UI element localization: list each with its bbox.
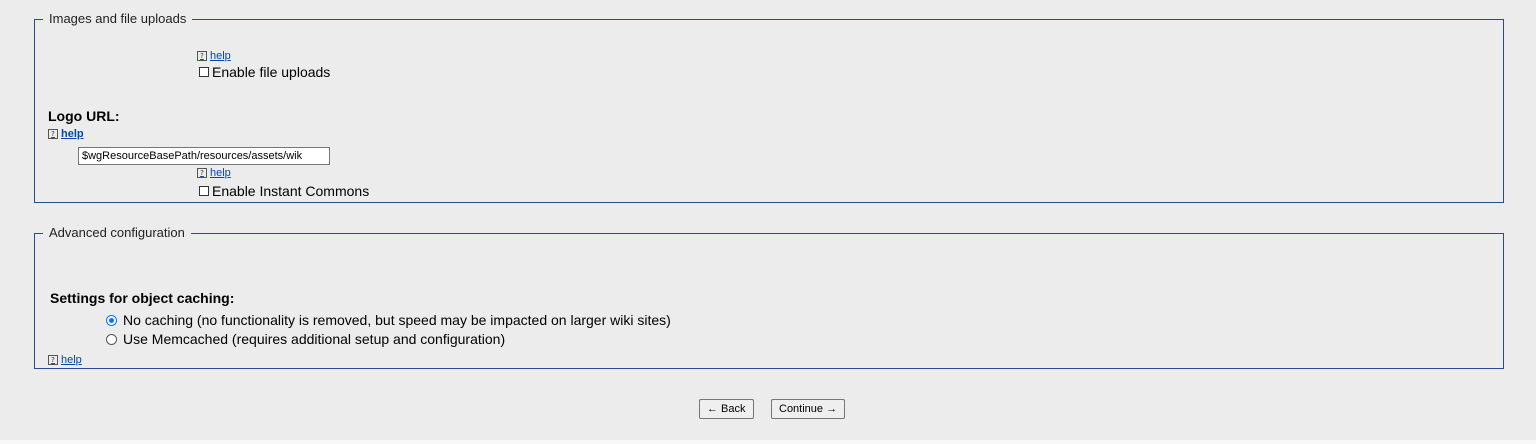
images-fieldset: Images and file uploads ? help Enable fi… xyxy=(34,12,1504,203)
logo-url-label: Logo URL: xyxy=(48,108,120,124)
question-mark-icon: ? xyxy=(48,355,58,365)
question-mark-icon: ? xyxy=(197,51,207,61)
help-link-uploads[interactable]: ? help xyxy=(197,50,231,62)
radio-no-caching[interactable]: No caching (no functionality is removed,… xyxy=(106,312,671,328)
question-mark-icon: ? xyxy=(197,168,207,178)
page: Images and file uploads ? help Enable fi… xyxy=(0,0,1536,444)
radio-no-caching-label: No caching (no functionality is removed,… xyxy=(123,312,671,328)
radio-memcached-label: Use Memcached (requires additional setup… xyxy=(123,331,506,347)
instant-commons-row[interactable]: Enable Instant Commons xyxy=(199,183,369,199)
radio-no-caching-button[interactable] xyxy=(106,314,117,326)
help-link-text: help xyxy=(61,354,82,366)
instant-commons-label: Enable Instant Commons xyxy=(212,183,370,199)
back-button[interactable]: ← Back xyxy=(699,399,754,419)
help-link-text: help xyxy=(210,50,231,62)
enable-uploads-row[interactable]: Enable file uploads xyxy=(199,64,330,80)
caching-label: Settings for object caching: xyxy=(50,290,235,306)
radio-memcached[interactable]: Use Memcached (requires additional setup… xyxy=(106,331,505,347)
bottom-strip xyxy=(0,440,1536,444)
instant-commons-checkbox[interactable] xyxy=(199,186,209,196)
advanced-fieldset: Advanced configuration Settings for obje… xyxy=(34,226,1504,369)
logo-url-input[interactable]: $wgResourceBasePath/resources/assets/wik xyxy=(78,147,330,165)
help-link-caching[interactable]: ? help xyxy=(48,354,82,366)
images-legend: Images and file uploads xyxy=(49,11,187,26)
question-mark-icon: ? xyxy=(48,129,58,139)
help-link-logo[interactable]: ? help xyxy=(48,128,84,140)
continue-button[interactable]: Continue → xyxy=(771,399,846,419)
help-link-text: help xyxy=(210,167,231,179)
help-link-text: help xyxy=(61,128,84,140)
enable-uploads-label: Enable file uploads xyxy=(212,64,331,80)
help-link-instant-commons[interactable]: ? help xyxy=(197,167,231,179)
enable-uploads-checkbox[interactable] xyxy=(199,67,209,77)
advanced-legend: Advanced configuration xyxy=(49,225,185,240)
radio-memcached-button[interactable] xyxy=(106,333,117,345)
